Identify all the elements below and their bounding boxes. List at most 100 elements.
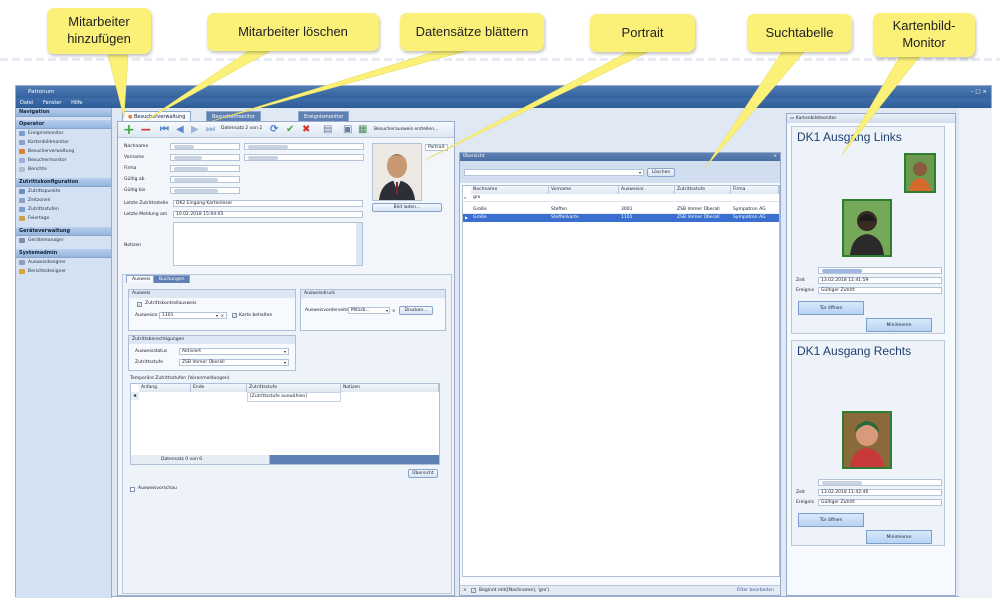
minimize-button[interactable]: Minimieren [866, 318, 932, 332]
filter-close-icon[interactable]: × [463, 586, 467, 596]
minimize-button[interactable]: Minimieren [866, 530, 932, 544]
next-record-icon[interactable]: ▶ [191, 124, 199, 136]
callout-portrait: Portrait [590, 14, 695, 52]
menu-datei[interactable]: Datei [20, 100, 33, 106]
clear-icon[interactable]: ✕ [392, 307, 395, 314]
temp-col-ende[interactable]: Ende [191, 384, 247, 392]
ausweisvorderseite-label: Ausweisvorderseite [305, 308, 349, 313]
print-button[interactable]: Drucken... [399, 306, 433, 315]
edit-filter-link[interactable]: Filter bearbeiten [737, 586, 774, 596]
last-record-icon[interactable]: ⏭ [206, 124, 215, 136]
menu-fenster[interactable]: Fenster [43, 100, 62, 106]
menu-hilfe[interactable]: Hilfe [71, 100, 82, 106]
dropdown-icon[interactable]: ▾ [284, 348, 286, 355]
add-icon[interactable]: + [123, 123, 135, 137]
nav-item-ereignismonitor[interactable]: Ereignismonitor [16, 129, 111, 138]
print-icon[interactable]: ▤ [323, 124, 332, 136]
table-row-selected[interactable]: ▶ Große Steffenkarte 1101 ZSB Immer Über… [463, 214, 779, 222]
create-badge-link[interactable]: Besucherausweis erstellen... [374, 127, 438, 132]
nav-item-berichte[interactable]: Berichte [16, 165, 111, 174]
temp-col-zutrittsstufe[interactable]: Zutrittsstufe [247, 384, 341, 392]
nav-item-geraetemanager[interactable]: Gerätemanager [16, 236, 111, 245]
temp-col-notizen[interactable]: Notizen [341, 384, 439, 392]
col-zutrittsstufe[interactable]: Zutrittsstufe [675, 186, 731, 194]
dropdown-icon[interactable]: ▾ [386, 307, 388, 314]
open-door-button[interactable]: Tür öffnen [798, 301, 864, 315]
window-edge [959, 108, 992, 598]
dropdown-icon[interactable]: ▾ [216, 312, 218, 319]
save-icon[interactable]: ✔ [286, 124, 294, 136]
vorname-field[interactable] [170, 154, 240, 161]
gueltig-ab-field[interactable] [170, 176, 240, 183]
nav-item-ausweisdesigner[interactable]: Ausweisdesigner [16, 258, 111, 267]
karte-behalten-checkbox[interactable]: ✓ [232, 313, 237, 318]
ausweisnr-field[interactable]: 1101 ▾ ✕ [159, 312, 227, 319]
refresh-icon[interactable]: ⟳ [270, 124, 278, 136]
notes-scrollbar[interactable] [356, 223, 362, 265]
search-input[interactable]: ▾ [464, 169, 644, 176]
firma-field[interactable] [170, 165, 240, 172]
nav-group-systemadmin[interactable]: Systemadmin [16, 249, 111, 258]
ausweis-group-title: Ausweis [129, 290, 295, 298]
tab-ausweis[interactable]: Ausweis [126, 275, 157, 283]
load-image-button[interactable]: Bild laden... [372, 203, 442, 212]
preview-icon[interactable]: ▣ [343, 124, 352, 136]
nav-group-operator[interactable]: Operator [16, 120, 111, 129]
search-pane: Übersicht × ▾ Löschen Nachname Vorname A… [459, 152, 781, 596]
tab-ereignismonitor[interactable]: Ereignismonitor [298, 111, 350, 121]
door-panel-rechts: DK1 Ausgang Rechts Zeit 13.02.2018 11:42… [791, 340, 945, 546]
zutrittsberechtigungen-title: Zutrittsberechtigungen [129, 336, 295, 344]
tab-besucherverwaltung[interactable]: ● Besucherverwaltung [122, 111, 192, 121]
ausweisstatus-select[interactable]: Aktiviert ▾ [179, 348, 289, 355]
label-gueltig-ab: Gültig ab [124, 177, 145, 182]
table-row[interactable]: Große Steffen 3001 ZSB Immer Überall Sym… [463, 206, 779, 214]
col-ausweisnr[interactable]: Ausweisnr. [619, 186, 675, 194]
filter-row[interactable]: ⌕ gro [463, 194, 779, 202]
window-controls[interactable]: – □ × [971, 86, 987, 98]
temp-col-anfang[interactable]: Anfang [139, 384, 191, 392]
zutrittsstufe-select[interactable]: ZSB Immer Überall ▾ [179, 359, 289, 366]
col-vorname[interactable]: Vorname [549, 186, 619, 194]
nav-group-geraeteverwaltung[interactable]: Geräteverwaltung [16, 227, 111, 236]
time-field: 13.02.2018 11:41:59 [818, 277, 942, 284]
prev-record-icon[interactable]: ◀ [176, 124, 184, 136]
dropdown-icon[interactable]: ▾ [284, 359, 286, 366]
zutrittskontroll-checkbox[interactable]: ✓ [137, 302, 142, 307]
dropdown-icon[interactable]: ▾ [639, 169, 641, 176]
nav-item-zeitzonen[interactable]: Zeitzonen [16, 196, 111, 205]
close-icon[interactable]: × [773, 153, 777, 161]
nav-item-feiertage[interactable]: Feiertage [16, 214, 111, 223]
nav-group-zutrittskonfiguration[interactable]: Zutrittskonfiguration [16, 178, 111, 187]
clear-icon[interactable]: ✕ [221, 312, 224, 319]
filter-value[interactable]: gro [471, 194, 480, 202]
badge-icon[interactable]: ▦ [358, 124, 367, 136]
filter-active-checkbox[interactable]: ✓ [471, 588, 476, 593]
nav-item-zutrittsstufen[interactable]: Zutrittsstufen [16, 205, 111, 214]
cancel-icon[interactable]: ✖ [302, 124, 310, 136]
temp-new-row[interactable]: [Zutrittsstufe auswählen] [247, 392, 341, 402]
name-field [818, 479, 942, 486]
clear-search-button[interactable]: Löschen [647, 168, 675, 177]
ausweisvorderseite-select[interactable]: Mitarb... ▾ [348, 307, 390, 314]
notes-textarea[interactable] [173, 222, 363, 266]
nav-item-kartenbildmonitor[interactable]: Kartenbildmonitor [16, 138, 111, 147]
nav-item-zutrittspunkte[interactable]: Zutrittspunkte [16, 187, 111, 196]
row-pointer-icon: ▶ [465, 215, 469, 220]
open-door-button[interactable]: Tür öffnen [798, 513, 864, 527]
nachname-extra-field[interactable] [244, 143, 364, 150]
nav-item-besuchermonitor[interactable]: Besuchermonitor [16, 156, 111, 165]
preview-checkbox[interactable] [130, 487, 135, 492]
door-title-links: DK1 Ausgang Links [797, 130, 902, 144]
tab-besuchermonitor[interactable]: Besuchermonitor [206, 111, 261, 121]
overview-button[interactable]: Übersicht [408, 469, 438, 478]
gueltig-bis-field[interactable] [170, 187, 240, 194]
col-nachname[interactable]: Nachname [471, 186, 549, 194]
nachname-field[interactable] [170, 143, 240, 150]
remove-icon[interactable]: − [140, 123, 152, 137]
nav-item-berichtsdesigner[interactable]: Berichtsdesigner [16, 267, 111, 276]
vorname-extra-field[interactable] [244, 154, 364, 161]
nav-item-besucherverwaltung[interactable]: Besucherverwaltung [16, 147, 111, 156]
first-record-icon[interactable]: ⏮ [160, 124, 169, 136]
col-firma[interactable]: Firma [731, 186, 779, 194]
tab-buchungen[interactable]: Buchungen [153, 275, 191, 283]
